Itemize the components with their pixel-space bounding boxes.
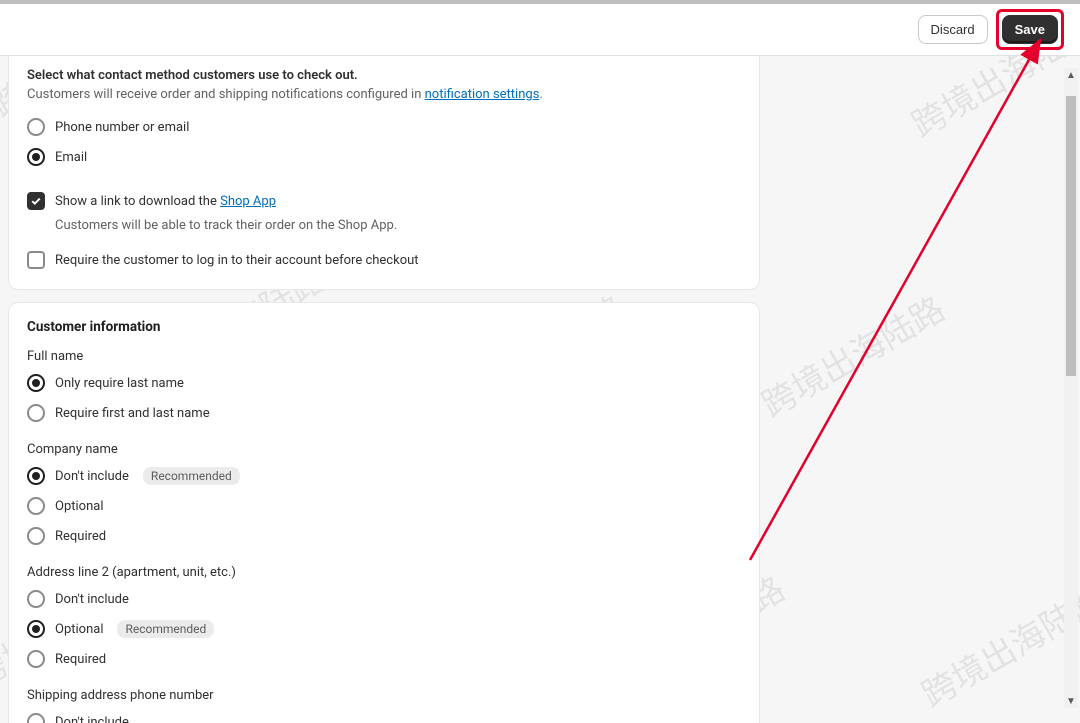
address2-heading: Address line 2 (apartment, unit, etc.) xyxy=(27,565,741,580)
radio-icon xyxy=(27,590,45,608)
checkbox-shop-app[interactable]: Show a link to download the Shop App xyxy=(27,186,741,216)
customer-info-title: Customer information xyxy=(27,319,741,335)
company-heading: Company name xyxy=(27,442,741,457)
discard-button[interactable]: Discard xyxy=(918,15,988,44)
recommended-badge: Recommended xyxy=(117,620,214,638)
radio-icon xyxy=(27,148,45,166)
contact-subtext: Customers will receive order and shippin… xyxy=(27,87,741,102)
radio-icon xyxy=(27,374,45,392)
save-button[interactable]: Save xyxy=(1002,15,1058,44)
radio-icon xyxy=(27,527,45,545)
contact-subtext-suffix: . xyxy=(539,87,542,102)
option-label: Optional xyxy=(55,622,103,637)
option-label: Don't include xyxy=(55,592,129,607)
address2-optional[interactable]: Optional Recommended xyxy=(27,614,741,644)
recommended-badge: Recommended xyxy=(143,467,240,485)
require-login-label: Require the customer to log in to their … xyxy=(55,253,419,268)
option-label: Require first and last name xyxy=(55,406,210,421)
scrollbar-thumb[interactable] xyxy=(1066,96,1076,376)
radio-icon xyxy=(27,118,45,136)
company-required[interactable]: Required xyxy=(27,521,741,551)
radio-icon xyxy=(27,713,45,723)
option-label: Email xyxy=(55,150,87,165)
radio-icon xyxy=(27,467,45,485)
save-button-highlight: Save xyxy=(996,9,1064,50)
radio-icon xyxy=(27,620,45,638)
option-label: Optional xyxy=(55,499,103,514)
radio-icon xyxy=(27,497,45,515)
option-label: Don't include xyxy=(55,715,129,723)
address2-dont-include[interactable]: Don't include xyxy=(27,584,741,614)
customer-information-card: Customer information Full name Only requ… xyxy=(8,302,760,723)
scrollbar-track[interactable]: ▲ ▼ xyxy=(1064,68,1078,708)
contact-heading: Select what contact method customers use… xyxy=(27,68,741,83)
option-label: Phone number or email xyxy=(55,120,189,135)
scroll-down-icon[interactable]: ▼ xyxy=(1064,694,1078,708)
contact-method-card: Select what contact method customers use… xyxy=(8,56,760,290)
contact-subtext-prefix: Customers will receive order and shippin… xyxy=(27,87,425,102)
option-label: Required xyxy=(55,529,106,544)
shop-app-link[interactable]: Shop App xyxy=(220,194,276,209)
option-label: Required xyxy=(55,652,106,667)
checkbox-icon xyxy=(27,192,45,210)
company-optional[interactable]: Optional xyxy=(27,491,741,521)
company-dont-include[interactable]: Don't include Recommended xyxy=(27,461,741,491)
checkbox-require-login[interactable]: Require the customer to log in to their … xyxy=(27,245,741,275)
radio-icon xyxy=(27,650,45,668)
fullname-heading: Full name xyxy=(27,349,741,364)
shipphone-heading: Shipping address phone number xyxy=(27,688,741,703)
option-label: Don't include xyxy=(55,469,129,484)
fullname-only-last[interactable]: Only require last name xyxy=(27,368,741,398)
shipphone-dont-include[interactable]: Don't include xyxy=(27,707,741,723)
scroll-up-icon[interactable]: ▲ xyxy=(1064,68,1078,82)
checkbox-icon xyxy=(27,251,45,269)
shop-app-prefix: Show a link to download the xyxy=(55,194,220,209)
radio-icon xyxy=(27,404,45,422)
option-label: Only require last name xyxy=(55,376,184,391)
address2-required[interactable]: Required xyxy=(27,644,741,674)
option-phone-or-email[interactable]: Phone number or email xyxy=(27,112,741,142)
shop-app-note: Customers will be able to track their or… xyxy=(55,218,741,233)
top-bar: Discard Save xyxy=(0,0,1080,56)
option-email[interactable]: Email xyxy=(27,142,741,172)
fullname-first-and-last[interactable]: Require first and last name xyxy=(27,398,741,428)
shop-app-label: Show a link to download the Shop App xyxy=(55,194,276,209)
settings-page: Select what contact method customers use… xyxy=(0,56,1080,723)
notification-settings-link[interactable]: notification settings xyxy=(425,87,540,102)
